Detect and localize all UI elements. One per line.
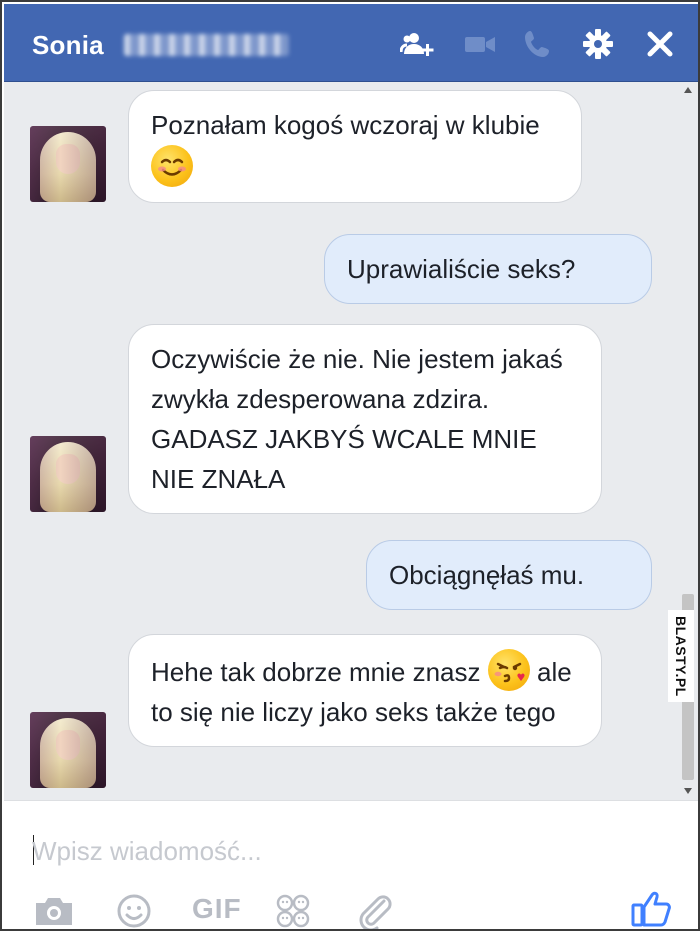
message-input[interactable] [32, 835, 632, 867]
gif-icon[interactable]: GIF [192, 893, 242, 925]
attach-icon[interactable] [354, 893, 394, 929]
face-blowing-kiss-emoji-icon [487, 649, 530, 691]
message-bubble-outgoing: Obciągnęłaś mu. [366, 540, 652, 610]
message-text: Hehe tak dobrze mnie znasz [151, 657, 481, 687]
message-list[interactable]: Poznałam kogoś wczoraj w klubie Uprawial… [4, 82, 698, 800]
camera-icon[interactable] [32, 893, 76, 929]
chat-header: Sonia [4, 4, 698, 82]
scroll-down-arrow-icon[interactable] [684, 788, 692, 794]
add-person-icon[interactable] [399, 26, 436, 62]
message-bubble-incoming: Oczywiście że nie. Nie jestem jakaś zwyk… [128, 324, 602, 514]
phone-icon[interactable] [520, 26, 556, 62]
contact-name[interactable]: Sonia [32, 30, 104, 61]
smiling-face-emoji-icon [151, 145, 193, 187]
message-text: Oczywiście że nie. Nie jestem jakaś zwyk… [151, 344, 563, 494]
message-bubble-incoming: Hehe tak dobrze mnie znasz ale to się ni… [128, 634, 602, 747]
message-composer: GIF [4, 800, 698, 929]
message-text: Obciągnęłaś mu. [389, 560, 585, 590]
chat-window: Sonia Poznałam kogoś wczoraj w klubie Up… [0, 0, 700, 931]
message-text: Poznałam kogoś wczoraj w klubie [151, 110, 540, 140]
gear-icon[interactable] [580, 26, 616, 62]
message-text: Uprawialiście seks? [347, 254, 576, 284]
avatar[interactable] [30, 436, 106, 512]
video-call-icon[interactable] [462, 26, 498, 62]
avatar[interactable] [30, 126, 106, 202]
message-bubble-incoming: Poznałam kogoś wczoraj w klubie [128, 90, 582, 203]
message-bubble-outgoing: Uprawialiście seks? [324, 234, 652, 304]
blurred-surname [124, 34, 289, 56]
watermark: BLASTY.PL [668, 610, 694, 702]
avatar[interactable] [30, 712, 106, 788]
stickers-icon[interactable] [272, 893, 314, 929]
scroll-up-arrow-icon[interactable] [684, 87, 692, 93]
emoji-icon[interactable] [114, 893, 154, 929]
close-icon[interactable] [642, 26, 678, 62]
like-icon[interactable] [630, 887, 674, 929]
